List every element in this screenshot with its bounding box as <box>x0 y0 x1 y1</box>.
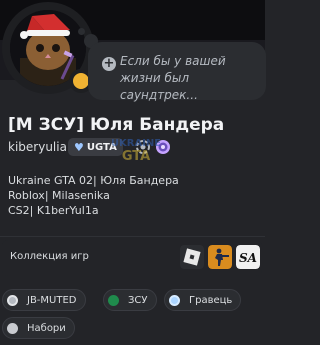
note-placeholder[interactable]: Если бы у вашей жизни был саундтрек... <box>120 53 260 104</box>
username[interactable]: kiberyulia <box>8 140 67 154</box>
add-note-plus-icon[interactable]: + <box>102 57 116 71</box>
game-collection-label: Коллекция игр <box>10 251 89 262</box>
role-pill[interactable]: JB-MUTED <box>2 289 86 311</box>
role-pill[interactable]: Набори <box>2 317 75 339</box>
role-color-dot <box>108 294 119 306</box>
role-pill[interactable]: Гравець <box>164 289 242 311</box>
bio-line: Roblox| Milasenika <box>8 189 110 202</box>
bio-line: CS2| K1berYul1a <box>8 204 99 217</box>
display-name: [М ЗСУ] Юля Бандера <box>8 115 225 135</box>
role-pill[interactable]: ЗСУ <box>103 289 157 311</box>
watermark-bottom: GTA <box>122 149 150 164</box>
gta-san-andreas-icon[interactable]: SA <box>236 245 260 269</box>
role-color-dot <box>7 294 18 306</box>
svg-text:SA: SA <box>239 251 257 265</box>
heart-icon: ♥ <box>74 140 84 154</box>
ukraine-gta-watermark-icon: UKRAINE GTA <box>112 138 160 164</box>
roblox-icon[interactable] <box>180 245 204 269</box>
avatar-frame[interactable] <box>2 2 94 94</box>
bio: Ukraine GTA 02| Юля Бандера Roblox| Mila… <box>8 173 179 218</box>
role-label: ЗСУ <box>128 294 148 306</box>
role-label: Гравець <box>189 294 233 306</box>
bubble-tail-small <box>78 28 85 35</box>
role-color-dot <box>7 322 18 334</box>
watermark-top: UKRAINE <box>112 138 160 149</box>
role-color-dot <box>169 294 180 306</box>
counter-strike-icon[interactable] <box>208 245 232 269</box>
divider <box>0 236 265 237</box>
bio-line: Ukraine GTA 02| Юля Бандера <box>8 174 179 187</box>
role-label: Набори <box>27 322 66 334</box>
role-label: JB-MUTED <box>27 294 77 306</box>
